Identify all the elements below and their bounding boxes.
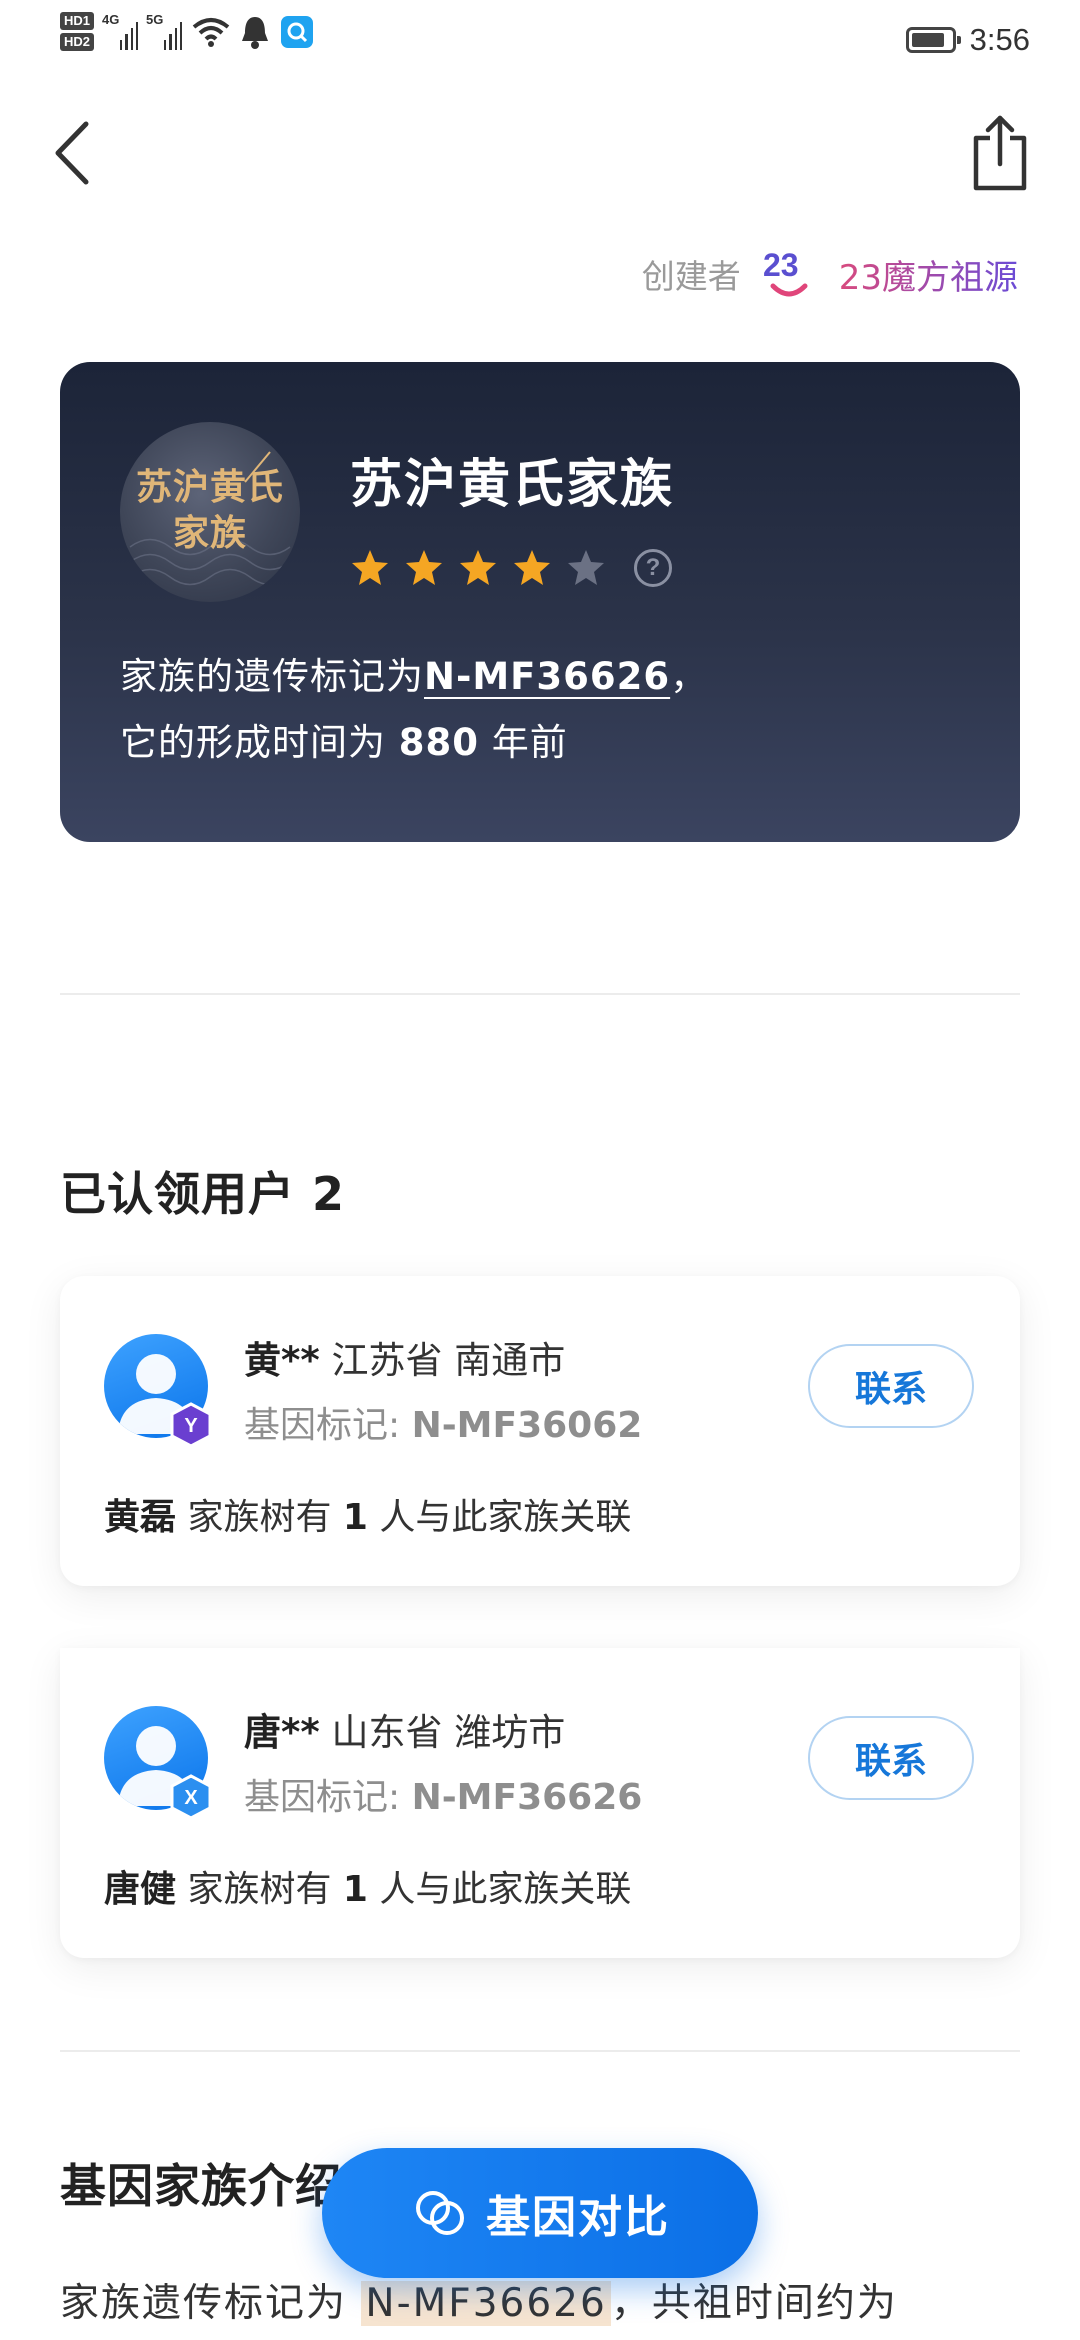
star-empty-icon xyxy=(568,550,604,585)
intro-text: 家族遗传标记为 N-MF36626 ，共祖时间约为 xyxy=(60,2272,898,2328)
intro-suffix: ，共祖时间约为 xyxy=(610,2281,898,2326)
tree-suffix: 人与此家族关联 xyxy=(367,1869,632,1910)
user-location: 江苏省 南通市 xyxy=(319,1339,566,1382)
rating-stars: ? xyxy=(350,548,672,588)
tree-suffix: 人与此家族关联 xyxy=(367,1497,632,1538)
help-icon[interactable]: ? xyxy=(634,549,672,587)
divider xyxy=(60,2050,1020,2052)
family-title: 苏沪黄氏家族 xyxy=(350,455,675,515)
brand-logo-icon[interactable]: 23 xyxy=(761,246,819,302)
contact-button[interactable]: 联系 xyxy=(808,1716,974,1800)
network-type-label: 4G xyxy=(102,11,120,27)
compare-icon xyxy=(416,2191,464,2235)
hd1-label: HD1 xyxy=(60,12,95,30)
brand-logo-text: 23 xyxy=(763,247,799,283)
star-filled-icon xyxy=(514,550,550,585)
notification-icon xyxy=(242,16,269,49)
age-prefix: 它的形成时间为 xyxy=(120,721,399,764)
claimed-users-title: 已认领用户 2 xyxy=(60,1167,346,1221)
gene-compare-label: 基因对比 xyxy=(486,2192,670,2243)
clock: 3:56 xyxy=(969,22,1030,57)
user-surname: 唐** xyxy=(244,1711,320,1754)
back-icon[interactable] xyxy=(50,118,100,188)
haplogroup-y-badge-icon: Y xyxy=(170,1402,212,1448)
contact-button[interactable]: 联系 xyxy=(808,1344,974,1428)
user-marker-code: N-MF36626 xyxy=(411,1777,643,1818)
tree-owner-name: 黄磊 xyxy=(104,1497,177,1538)
user-marker-label: 基因标记: xyxy=(244,1405,412,1446)
hd2-label: HD2 xyxy=(60,33,95,51)
user-location: 山东省 潍坊市 xyxy=(319,1711,566,1754)
user-card[interactable]: Y 黄** 江苏省 南通市 基因标记: N-MF36062 联系 黄磊 家族树有… xyxy=(60,1276,1020,1586)
user-marker-code: N-MF36062 xyxy=(411,1405,643,1446)
user-card[interactable]: X 唐** 山东省 潍坊市 基因标记: N-MF36626 联系 唐健 家族树有… xyxy=(60,1648,1020,1958)
network-type-label: 5G xyxy=(146,11,164,27)
signal-icon: 5G xyxy=(146,11,183,50)
star-filled-icon xyxy=(352,550,388,585)
star-filled-icon xyxy=(406,550,442,585)
creator-row: 创建者 23 23魔方祖源 xyxy=(642,246,1018,302)
battery-icon xyxy=(905,27,961,53)
hd-indicator: HD1 HD2 xyxy=(60,12,95,51)
haplogroup-x-badge-icon: X xyxy=(170,1774,212,1820)
badge-text-line1: 苏沪黄氏 xyxy=(135,466,284,508)
haplogroup-letter: X xyxy=(184,1787,198,1809)
status-bar: HD1 HD2 4G 5G 3:56 xyxy=(0,0,1080,84)
haplogroup-letter: Y xyxy=(184,1415,198,1437)
user-marker-line: 基因标记: N-MF36626 xyxy=(244,1768,642,1820)
tree-count: 1 xyxy=(342,1497,368,1538)
user-tree-line: 黄磊 家族树有 1 人与此家族关联 xyxy=(104,1488,631,1540)
marker-line: 家族的遗传标记为N-MF36626， xyxy=(120,646,708,700)
age-suffix: 年前 xyxy=(479,721,568,764)
app-notification-icon xyxy=(281,15,314,48)
intro-code: N-MF36626 xyxy=(361,2281,611,2326)
user-surname: 黄** xyxy=(244,1339,320,1382)
age-years: 880 xyxy=(398,721,479,764)
gene-compare-button[interactable]: 基因对比 xyxy=(322,2148,758,2278)
star-filled-icon xyxy=(460,550,496,585)
creator-label: 创建者 xyxy=(641,257,741,296)
marker-prefix: 家族的遗传标记为 xyxy=(120,655,424,698)
tree-prefix: 家族树有 xyxy=(176,1869,343,1910)
intro-prefix: 家族遗传标记为 xyxy=(60,2281,362,2326)
user-name-line: 唐** 山东省 潍坊市 xyxy=(244,1702,565,1756)
tree-prefix: 家族树有 xyxy=(176,1497,343,1538)
tree-owner-name: 唐健 xyxy=(104,1869,177,1910)
family-card: 苏沪黄氏 家族 苏沪黄氏家族 ? 家族的遗传标记为N-MF36626， 它的形成… xyxy=(60,362,1020,842)
marker-code-link[interactable]: N-MF36626 xyxy=(424,655,670,698)
creator-name-link[interactable]: 23魔方祖源 xyxy=(839,250,1018,299)
tree-count: 1 xyxy=(342,1869,368,1910)
share-icon[interactable] xyxy=(970,112,1030,192)
user-marker-line: 基因标记: N-MF36062 xyxy=(244,1396,642,1448)
age-line: 它的形成时间为 880 年前 xyxy=(120,712,568,766)
marker-suffix: ， xyxy=(670,655,709,698)
badge-text-line2: 家族 xyxy=(172,512,247,554)
divider xyxy=(60,993,1020,995)
user-name-line: 黄** 江苏省 南通市 xyxy=(244,1330,565,1384)
signal-icon: 4G xyxy=(102,11,139,50)
family-badge: 苏沪黄氏 家族 xyxy=(120,422,300,602)
wifi-icon xyxy=(192,17,230,47)
gene-family-intro-title: 基因家族介绍 xyxy=(60,2159,342,2213)
user-marker-label: 基因标记: xyxy=(244,1777,412,1818)
user-tree-line: 唐健 家族树有 1 人与此家族关联 xyxy=(104,1860,631,1912)
